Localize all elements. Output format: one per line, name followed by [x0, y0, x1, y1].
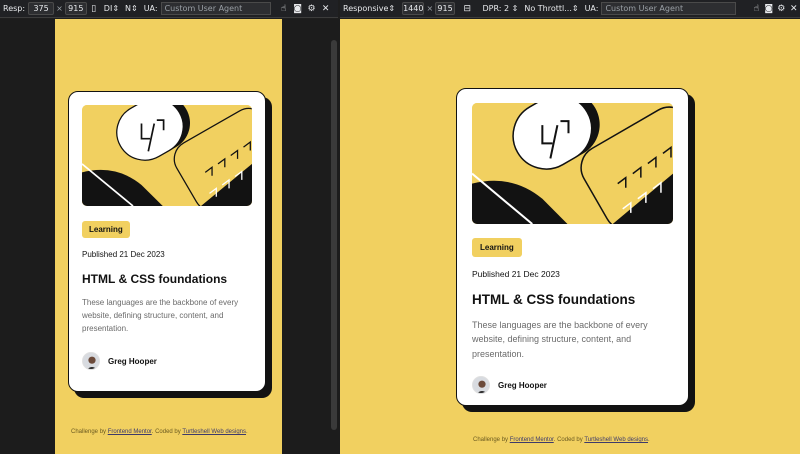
card-illustration: [472, 103, 673, 224]
attribution-prefix: Challenge by: [71, 429, 108, 435]
author-site-link[interactable]: Turtleshell Web designs: [182, 429, 246, 435]
author-name: Greg Hooper: [108, 356, 157, 366]
card-description: These languages are the backbone of ever…: [472, 320, 648, 359]
avatar: [82, 352, 100, 371]
viewport-width-input[interactable]: 375: [28, 2, 55, 15]
attribution-middle: . Coded by: [151, 429, 183, 435]
author: Greg Hooper: [82, 352, 252, 371]
browser-window: Resp: 375 × 915 ▯ DI ⇕ N ⇕ UA: Custom User…: [0, 0, 800, 454]
rotate-device-icon[interactable]: ▯: [87, 2, 101, 16]
illustration-image: [82, 105, 252, 206]
throttle-select[interactable]: N ⇕: [122, 2, 141, 16]
screenshot-icon[interactable]: ◙: [763, 2, 775, 16]
dpr-select[interactable]: DPR: 2 ⇕: [479, 2, 521, 16]
responsive-mode-select[interactable]: Resp:: [0, 2, 28, 16]
card-illustration: [82, 105, 252, 206]
blog-preview-card: Learning Published 21 Dec 2023 HTML & CS…: [68, 91, 266, 392]
attribution-prefix: Challenge by: [473, 437, 510, 443]
touch-simulation-icon[interactable]: ☝: [277, 2, 291, 16]
mobile-viewport: Learning Published 21 Dec 2023 HTML & CS…: [55, 19, 282, 454]
attribution-middle: . Coded by: [553, 437, 585, 443]
frontend-mentor-link[interactable]: Frontend Mentor: [510, 437, 554, 443]
viewport-height-input[interactable]: 915: [64, 2, 87, 15]
devtools-toolbar-left: Resp: 375 × 915 ▯ DI ⇕ N ⇕ UA: Custom User…: [0, 0, 338, 18]
dpr-select[interactable]: DI ⇕: [101, 2, 122, 16]
touch-simulation-icon[interactable]: ☝: [750, 2, 762, 16]
attribution: Challenge by Frontend Mentor. Coded by T…: [71, 429, 248, 435]
user-agent-input[interactable]: Custom User Agent: [601, 2, 737, 15]
author-site-link[interactable]: Turtleshell Web designs: [584, 437, 648, 443]
user-agent-input[interactable]: Custom User Agent: [160, 2, 271, 15]
blog-preview-card: Learning Published 21 Dec 2023 HTML & CS…: [456, 88, 689, 406]
close-icon[interactable]: ✕: [788, 2, 800, 16]
illustration-image: [472, 103, 673, 224]
avatar-image: [83, 353, 99, 370]
publish-date: Published 21 Dec 2023: [82, 250, 165, 259]
dimension-separator: ×: [56, 4, 63, 13]
desktop-viewport: Learning Published 21 Dec 2023 HTML & CS…: [340, 19, 800, 454]
author: Greg Hooper: [472, 376, 673, 395]
ua-label: UA:: [584, 4, 599, 13]
dimension-separator: ×: [426, 4, 434, 13]
viewport-height-input[interactable]: 915: [435, 2, 455, 15]
author-name: Greg Hooper: [498, 380, 547, 390]
close-icon[interactable]: ✕: [319, 2, 333, 16]
avatar: [472, 376, 490, 395]
card-title[interactable]: HTML & CSS foundations: [472, 292, 673, 307]
category-tag: Learning: [82, 221, 130, 238]
rotate-device-icon[interactable]: ⊟: [461, 2, 473, 16]
attribution-suffix: .: [246, 429, 248, 435]
settings-gear-icon[interactable]: ⚙: [305, 2, 319, 16]
ua-label: UA:: [143, 4, 158, 13]
category-tag: Learning: [472, 238, 522, 257]
viewport-gutter-left: [0, 19, 55, 454]
screenshot-icon[interactable]: ◙: [291, 2, 305, 16]
viewport-width-input[interactable]: 1440: [402, 2, 425, 15]
attribution: Challenge by Frontend Mentor. Coded by T…: [473, 437, 650, 443]
avatar-image: [473, 377, 489, 394]
card-description: These languages are the backbone of ever…: [82, 298, 239, 333]
vertical-scrollbar[interactable]: [331, 40, 337, 430]
publish-date: Published 21 Dec 2023: [472, 269, 560, 279]
card-title[interactable]: HTML & CSS foundations: [82, 272, 252, 286]
frontend-mentor-link[interactable]: Frontend Mentor: [108, 429, 152, 435]
attribution-suffix: .: [648, 437, 650, 443]
throttle-select[interactable]: No Throttl... ⇕: [521, 2, 581, 16]
devtools-toolbar-right: Responsive ⇕ 1440 × 915 ⊟ DPR: 2 ⇕ No Thr…: [340, 0, 800, 18]
responsive-mode-select[interactable]: Responsive ⇕: [340, 2, 398, 16]
settings-gear-icon[interactable]: ⚙: [775, 2, 787, 16]
